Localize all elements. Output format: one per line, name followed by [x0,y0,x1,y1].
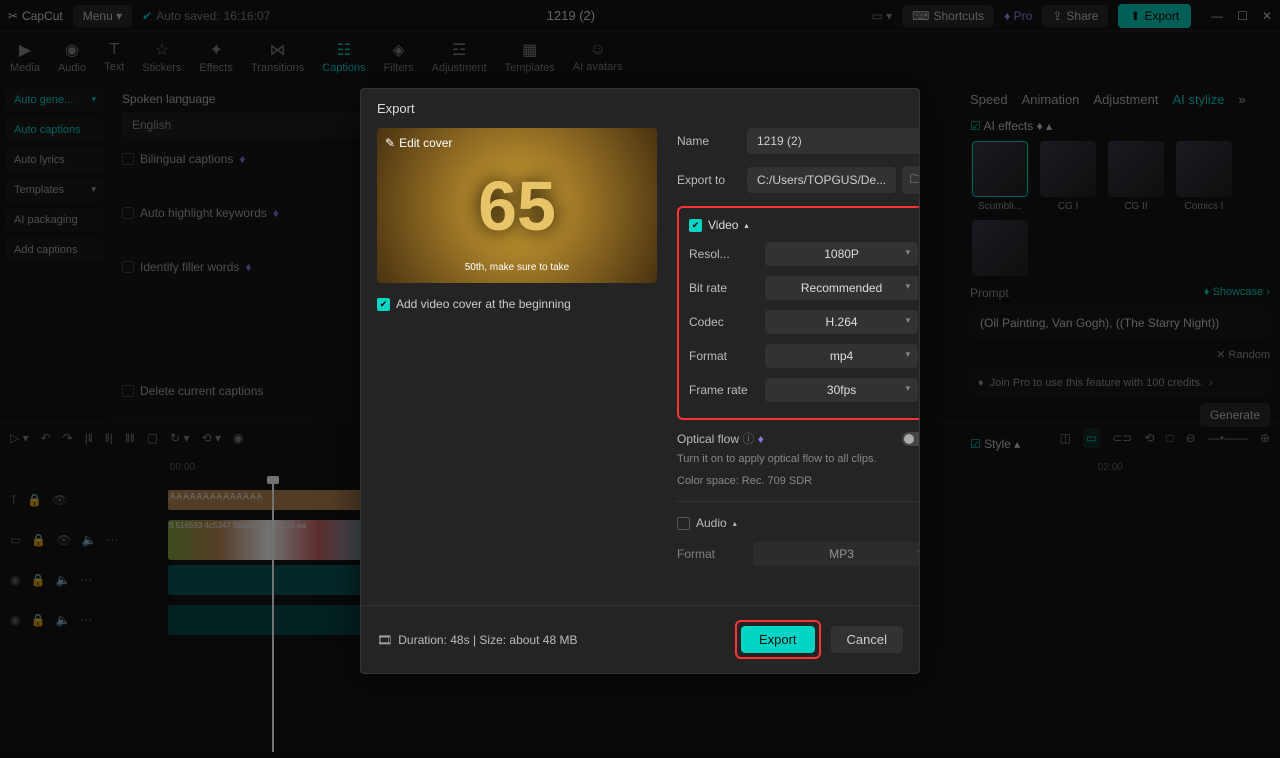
codec-select[interactable]: H.264 [765,310,918,334]
resolution-select[interactable]: 1080P [765,242,918,266]
optflow-toggle[interactable] [902,432,919,446]
audio-format-select[interactable]: MP3 [753,542,919,566]
resolution-label: Resol... [689,247,765,261]
info-icon[interactable]: ⓘ [742,432,754,446]
name-label: Name [677,134,747,148]
bitrate-select[interactable]: Recommended [765,276,918,300]
export-button-highlight: Export [735,620,821,659]
add-cover-checkbox[interactable]: ✔ Add video cover at the beginning [377,297,657,311]
cover-preview[interactable]: ✎ Edit cover 65 50th, make sure to take [377,128,657,283]
video-settings-box: ✔ Video ▴ Resol...1080P Bit rateRecommen… [677,206,919,420]
format-label: Format [689,349,765,363]
cover-subtitle: 50th, make sure to take [465,262,570,273]
duration-info: 🎞Duration: 48s | Size: about 48 MB [377,633,725,647]
bitrate-label: Bit rate [689,281,765,295]
cover-number: 65 [478,166,556,246]
exportto-input[interactable]: C:/Users/TOPGUS/De... [747,167,896,193]
optflow-note: Turn it on to apply optical flow to all … [677,453,919,465]
folder-icon[interactable]: 🗀 [902,166,919,194]
unchecked-icon [677,517,690,530]
exportto-label: Export to [677,173,747,187]
video-section-header[interactable]: ✔ Video ▴ [689,218,918,232]
fps-select[interactable]: 30fps [765,378,918,402]
colorspace-note: Color space: Rec. 709 SDR [677,475,919,487]
film-icon: 🎞 [377,633,392,647]
edit-cover-button[interactable]: ✎ Edit cover [385,136,452,150]
cancel-button[interactable]: Cancel [831,626,903,653]
export-button[interactable]: Export [741,626,815,653]
optflow-label: Optical flow [677,432,739,446]
format-select[interactable]: mp4 [765,344,918,368]
modal-title: Export [361,89,919,128]
export-modal: Export ✎ Edit cover 65 50th, make sure t… [360,88,920,674]
gem-icon: ♦ [758,432,764,446]
collapse-icon: ▴ [733,519,737,528]
optical-flow-row: Optical flow ⓘ ♦ [677,430,919,447]
checked-icon: ✔ [689,219,702,232]
codec-label: Codec [689,315,765,329]
name-input[interactable]: 1219 (2) [747,128,919,154]
collapse-icon: ▴ [744,221,748,230]
fps-label: Frame rate [689,383,765,397]
audio-section-header[interactable]: Audio ▴ [677,516,919,530]
audio-format-label: Format [677,547,753,561]
checked-icon: ✔ [377,298,390,311]
